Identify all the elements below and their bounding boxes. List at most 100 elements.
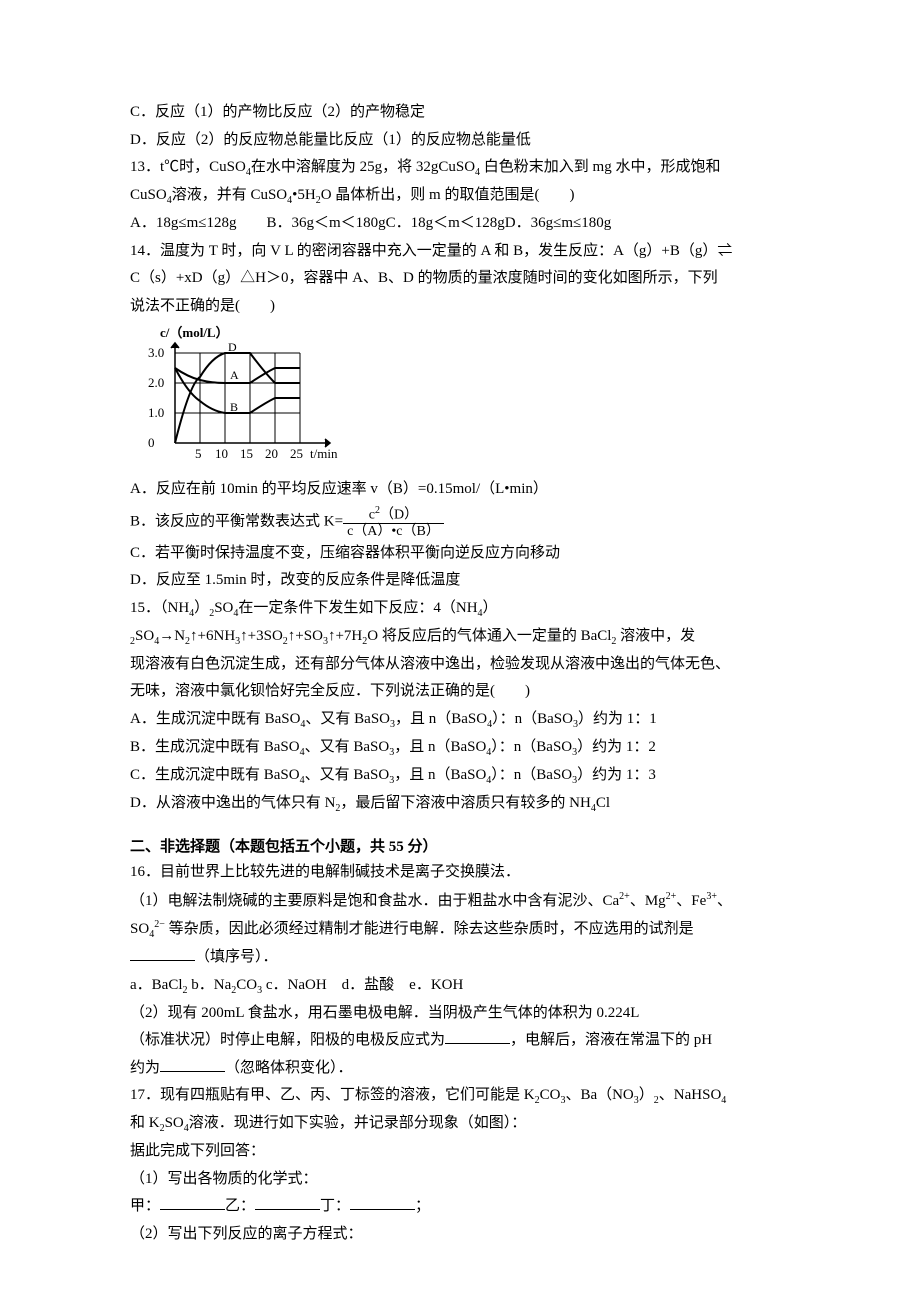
sup-2minus: 2− [154,919,165,930]
t: 和 K [130,1115,160,1131]
t: 、NaHSO [659,1087,722,1103]
q14-option-b: B．该反应的平衡常数表达式 K=c2（D）c（A）•c（B） [130,505,800,539]
t: a．BaCl [130,977,183,993]
y-axis-label: c/（mol/L） [160,325,229,340]
q14-option-a: A．反应在前 10min 的平均反应速率 v（B）=0.15mol/（L•min… [130,477,800,503]
tick-2: 2.0 [148,375,164,390]
t: 、又有 BaSO [305,739,390,755]
xtick-25: 25 [290,446,303,461]
t: •5H [292,187,316,203]
q15-option-b: B．生成沉淀中既有 BaSO4、又有 BaSO3，且 n（BaSO4）：n（Ba… [130,735,800,761]
section-2-title: 二、非选择题（本题包括五个小题，共 55 分） [130,835,800,861]
t: 在水中溶解度为 25g，将 32gCuSO [251,159,475,175]
t: （忽略体积变化）． [225,1060,353,1076]
t: D．从溶液中逸出的气体只有 N [130,795,335,811]
xtick-20: 20 [265,446,278,461]
q15-option-c: C．生成沉淀中既有 BaSO4、又有 BaSO3，且 n（BaSO4）：n（Ba… [130,763,800,789]
q15-stem-2: 2SO4→N2↑+6NH3↑+3SO2↑+SO3↑+7H2O 将反应后的气体通入… [130,624,800,650]
t: c．NaOH d．盐酸 e．KOH [262,977,463,993]
sub-4: 4 [149,929,154,940]
q14-stem-3: 说法不正确的是( ) [130,294,800,320]
q16-p1: （1）电解法制烧碱的主要原料是饱和食盐水．由于粗盐水中含有泥沙、Ca2+、Mg2… [130,888,800,915]
tick-0: 0 [148,435,155,450]
xtick-5: 5 [195,446,202,461]
num-d: （D） [380,507,418,522]
label-b: B [230,400,238,414]
t: ） [483,600,498,616]
q14-stem-2: C（s）+xD（g）△H＞0，容器中 A、B、D 的物质的量浓度随时间的变化如图… [130,266,800,292]
q15-option-a: A．生成沉淀中既有 BaSO4、又有 BaSO3，且 n（BaSO4）：n（Ba… [130,707,800,733]
t: 、又有 BaSO [305,711,390,727]
q17-stem-2: 和 K2SO4溶液．现进行如下实验，并记录部分现象（如图）： [130,1111,800,1137]
t: （标准状况）时停止电解，阳极的电极反应式为 [130,1032,445,1048]
t: ）约为 1：2 [577,739,656,755]
den: c（A）•c（B） [343,524,444,539]
q16-stem: 16．目前世界上比较先进的电解制碱技术是离子交换膜法． [130,860,800,886]
q16-p2c: 约为（忽略体积变化）． [130,1056,800,1082]
blank-fill[interactable] [255,1194,320,1210]
q14-chart: c/（mol/L） 0 1.0 2.0 3.0 5 10 15 20 25 t/… [130,323,800,473]
t: 、Fe [676,893,706,909]
t: 溶液，并有 CuSO [172,187,287,203]
t: ）约为 1：1 [578,711,657,727]
t: ）约为 1：3 [577,767,656,783]
t: CO [540,1087,561,1103]
t: ； [415,1198,430,1214]
t: ↑+3SO [240,628,283,644]
t: ）：n（BaSO [491,767,572,783]
blank-fill[interactable] [445,1028,510,1044]
xtick-10: 10 [215,446,228,461]
blank-fill[interactable] [160,1056,225,1072]
t: ↑+7H [328,628,362,644]
t: ）：n（BaSO [492,711,573,727]
q17-p4: （2）写出下列反应的离子方程式： [130,1222,800,1248]
q15-stem-4: 无味，溶液中氯化钡恰好完全反应．下列说法正确的是( ) [130,679,800,705]
q16-opts: a．BaCl2 b．Na2CO3 c．NaOH d．盐酸 e．KOH [130,973,800,999]
t: 丁： [320,1198,350,1214]
label-a: A [230,368,239,382]
blank-fill[interactable] [350,1194,415,1210]
t: （1）电解法制烧碱的主要原料是饱和食盐水．由于粗盐水中含有泥沙、Ca [130,893,619,909]
q13-stem-2: CuSO4溶液，并有 CuSO4•5H2O 晶体析出，则 m 的取值范围是( ) [130,183,800,209]
t: 、Mg [630,893,666,909]
sub-4: 4 [721,1095,726,1106]
t: 、 [717,893,732,909]
t: 等杂质，因此必须经过精制才能进行电解．除去这些杂质时，不应选用的试剂是 [165,921,694,937]
t: ↑+SO [288,628,323,644]
q14-option-d: D．反应至 1.5min 时，改变的反应条件是降低温度 [130,568,800,594]
t: ，最后留下溶液中溶质只有较多的 NH [340,795,590,811]
t: （填序号）． [195,949,278,965]
t: 白色粉末加入到 mg 水中，形成饱和 [480,159,720,175]
t: B．生成沉淀中既有 BaSO [130,739,300,755]
q12-option-c: C．反应（1）的产物比反应（2）的产物稳定 [130,100,800,126]
fraction: c2（D）c（A）•c（B） [343,505,444,539]
t: 乙： [225,1198,255,1214]
label-d: D [228,340,237,354]
t: B．该反应的平衡常数表达式 K= [130,513,343,529]
t: SO [165,1115,184,1131]
t: O 将反应后的气体通入一定量的 BaCl [367,628,611,644]
t: 在一定条件下发生如下反应：4（NH [238,600,477,616]
q13-options: A．18g≤m≤128g B．36g＜m＜180gC．18g＜m＜128gD．3… [130,211,800,237]
t: SO [135,628,154,644]
t: 、又有 BaSO [305,767,390,783]
t: ，且 n（BaSO [394,739,486,755]
x-axis-label: t/min [310,446,338,461]
t: 、Ba（NO [565,1087,633,1103]
blank-fill[interactable] [130,945,195,961]
tick-3: 3.0 [148,345,164,360]
t: ，且 n（BaSO [394,767,486,783]
xtick-15: 15 [240,446,253,461]
sup-2plus: 2+ [666,891,677,902]
t: ）：n（BaSO [491,739,572,755]
blank-fill[interactable] [160,1194,225,1210]
sup-3plus: 3+ [706,891,717,902]
t: ） [194,600,209,616]
q16-p2a: （2）现有 200mL 食盐水，用石墨电极电解．当阴极产生气体的体积为 0.22… [130,1001,800,1027]
t: C．生成沉淀中既有 BaSO [130,767,300,783]
tick-1: 1.0 [148,405,164,420]
t: →N [159,628,185,644]
q16-p2b: （标准状况）时停止电解，阳极的电极反应式为，电解后，溶液在常温下的 pH [130,1028,800,1054]
t: 15．（NH [130,600,189,616]
q15-option-d: D．从溶液中逸出的气体只有 N2，最后留下溶液中溶质只有较多的 NH4Cl [130,791,800,817]
